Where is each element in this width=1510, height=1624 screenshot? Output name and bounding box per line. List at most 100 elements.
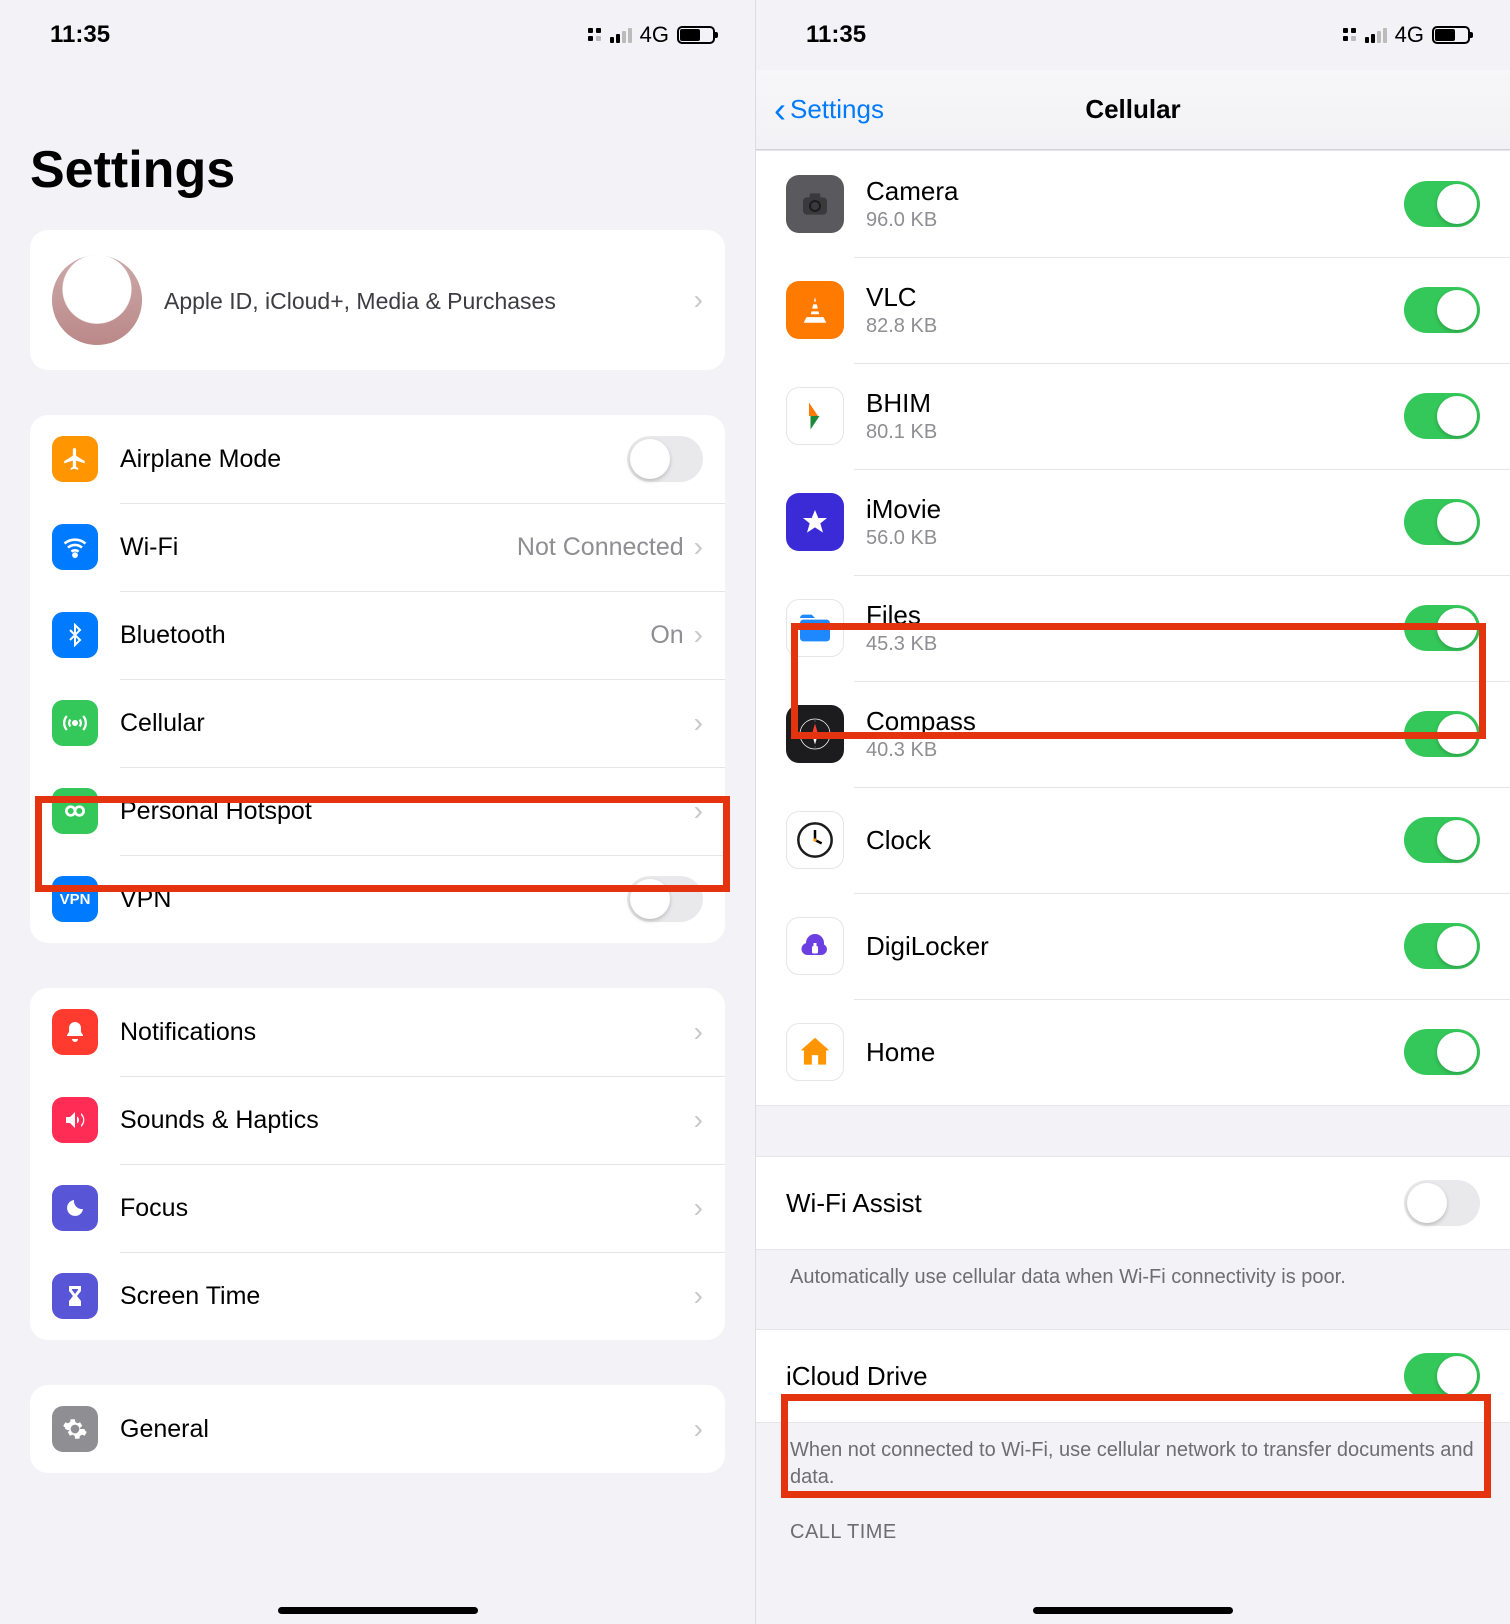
dual-sim-icon (1343, 28, 1357, 42)
app-name: iMovie (866, 494, 1404, 525)
app-size: 82.8 KB (866, 315, 1404, 338)
imovie-icon (786, 493, 844, 551)
status-bar: 11:35 4G (756, 0, 1510, 70)
chevron-left-icon: ‹ (774, 92, 786, 128)
icloud-drive-group: iCloud Drive (756, 1329, 1510, 1423)
row-label: Focus (120, 1194, 694, 1223)
row-label: Wi-Fi Assist (786, 1188, 1404, 1219)
notifications-group: Notifications › Sounds & Haptics › Focus… (30, 988, 725, 1340)
app-name: Files (866, 600, 1404, 631)
wifi-value: Not Connected (517, 533, 684, 562)
app-name: DigiLocker (866, 931, 1404, 962)
airplane-icon (52, 436, 98, 482)
app-name: Compass (866, 706, 1404, 737)
hotspot-icon (52, 788, 98, 834)
row-label: VPN (120, 885, 627, 914)
app-toggle-files[interactable] (1404, 605, 1480, 651)
app-row-home[interactable]: Home (756, 999, 1510, 1105)
airplane-mode-row[interactable]: Airplane Mode (30, 415, 725, 503)
bluetooth-icon (52, 612, 98, 658)
app-row-clock[interactable]: Clock (756, 787, 1510, 893)
back-button[interactable]: ‹ Settings (774, 92, 884, 128)
status-bar: 11:35 4G (0, 0, 755, 70)
phone-settings: 11:35 4G Settings Apple ID, iCloud+, Med… (0, 0, 755, 1624)
notifications-icon (52, 1009, 98, 1055)
wifi-assist-row[interactable]: Wi-Fi Assist (756, 1157, 1510, 1249)
app-toggle-vlc[interactable] (1404, 287, 1480, 333)
digilocker-icon (786, 917, 844, 975)
row-label: Notifications (120, 1018, 694, 1047)
chevron-right-icon: › (694, 619, 703, 651)
home-icon (786, 1023, 844, 1081)
chevron-right-icon: › (694, 1104, 703, 1136)
status-right: 4G (1343, 22, 1470, 48)
app-name: Home (866, 1037, 1404, 1068)
wifi-row[interactable]: Wi-Fi Not Connected › (30, 503, 725, 591)
row-label: Screen Time (120, 1282, 694, 1311)
sounds-row[interactable]: Sounds & Haptics › (30, 1076, 725, 1164)
page-title: Settings (0, 70, 755, 230)
bluetooth-row[interactable]: Bluetooth On › (30, 591, 725, 679)
call-time-header: CALL TIME (756, 1491, 1510, 1544)
wifi-icon (52, 524, 98, 570)
icloud-drive-footer: When not connected to Wi-Fi, use cellula… (756, 1423, 1510, 1491)
vpn-row[interactable]: VPN VPN (30, 855, 725, 943)
row-label: Bluetooth (120, 621, 650, 650)
app-toggle-clock[interactable] (1404, 817, 1480, 863)
bluetooth-value: On (650, 621, 683, 650)
nav-title: Cellular (1085, 94, 1180, 125)
notifications-row[interactable]: Notifications › (30, 988, 725, 1076)
app-row-compass[interactable]: Compass40.3 KB (756, 681, 1510, 787)
app-toggle-digilocker[interactable] (1404, 923, 1480, 969)
general-row[interactable]: General › (30, 1385, 725, 1473)
bhim-icon (786, 387, 844, 445)
focus-icon (52, 1185, 98, 1231)
general-icon (52, 1406, 98, 1452)
home-indicator[interactable] (278, 1607, 478, 1614)
home-indicator[interactable] (1033, 1607, 1233, 1614)
app-toggle-compass[interactable] (1404, 711, 1480, 757)
icloud-drive-row[interactable]: iCloud Drive (756, 1330, 1510, 1422)
camera-icon (786, 175, 844, 233)
app-row-bhim[interactable]: BHIM80.1 KB (756, 363, 1510, 469)
app-toggle-camera[interactable] (1404, 181, 1480, 227)
app-size: 40.3 KB (866, 739, 1404, 762)
airplane-toggle[interactable] (627, 436, 703, 482)
chevron-right-icon: › (694, 795, 703, 827)
app-name: BHIM (866, 388, 1404, 419)
app-row-imovie[interactable]: iMovie56.0 KB (756, 469, 1510, 575)
hotspot-row[interactable]: Personal Hotspot › (30, 767, 725, 855)
app-name: Camera (866, 176, 1404, 207)
back-label: Settings (790, 94, 884, 125)
row-label: Sounds & Haptics (120, 1106, 694, 1135)
screentime-row[interactable]: Screen Time › (30, 1252, 725, 1340)
app-row-digilocker[interactable]: DigiLocker (756, 893, 1510, 999)
wifi-assist-toggle[interactable] (1404, 1180, 1480, 1226)
chevron-right-icon: › (694, 1016, 703, 1048)
focus-row[interactable]: Focus › (30, 1164, 725, 1252)
clock-icon (786, 811, 844, 869)
avatar (52, 255, 142, 345)
vpn-toggle[interactable] (627, 876, 703, 922)
app-toggle-imovie[interactable] (1404, 499, 1480, 545)
files-icon (786, 599, 844, 657)
compass-icon (786, 705, 844, 763)
app-toggle-bhim[interactable] (1404, 393, 1480, 439)
icloud-drive-toggle[interactable] (1404, 1353, 1480, 1399)
app-row-camera[interactable]: Camera96.0 KB (756, 151, 1510, 257)
chevron-right-icon: › (694, 1192, 703, 1224)
row-label: General (120, 1415, 694, 1444)
row-label: Cellular (120, 709, 694, 738)
app-row-vlc[interactable]: VLC82.8 KB (756, 257, 1510, 363)
cellular-row[interactable]: Cellular › (30, 679, 725, 767)
apple-id-row[interactable]: Apple ID, iCloud+, Media & Purchases › (30, 230, 725, 370)
app-row-files[interactable]: Files45.3 KB (756, 575, 1510, 681)
app-name: VLC (866, 282, 1404, 313)
app-toggle-home[interactable] (1404, 1029, 1480, 1075)
row-label: iCloud Drive (786, 1361, 1404, 1392)
wifi-assist-group: Wi-Fi Assist (756, 1156, 1510, 1250)
row-label: Personal Hotspot (120, 797, 694, 826)
phone-cellular: 11:35 4G ‹ Settings Cellular Camera96.0 … (755, 0, 1510, 1624)
vlc-icon (786, 281, 844, 339)
network-label: 4G (640, 22, 669, 48)
